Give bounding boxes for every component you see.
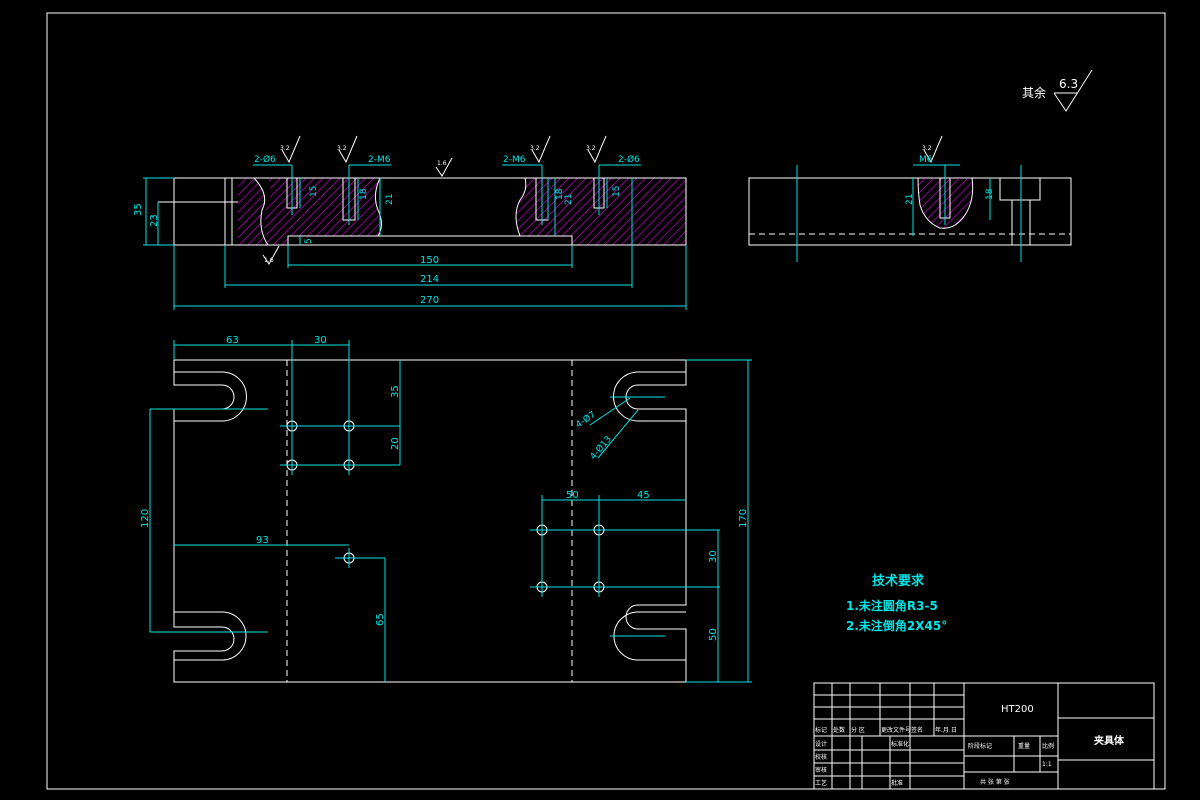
drawing-border <box>46 12 1166 790</box>
svg-text:4-Ø13: 4-Ø13 <box>588 434 614 462</box>
svg-text:65: 65 <box>375 613 386 626</box>
svg-text:4-Ø7: 4-Ø7 <box>574 409 598 430</box>
svg-text:3.2: 3.2 <box>530 145 540 152</box>
svg-text:2.未注倒角2X45°: 2.未注倒角2X45° <box>846 618 947 633</box>
front-view: 2-Ø6 2-M6 2-M6 2-Ø6 3.2 3.2 3.2 3.2 1.6 … <box>133 135 943 310</box>
svg-text:93: 93 <box>256 535 269 546</box>
svg-text:63: 63 <box>226 335 239 346</box>
svg-text:1.未注圆角R3-5: 1.未注圆角R3-5 <box>846 598 938 613</box>
svg-text:6.3: 6.3 <box>1059 77 1078 91</box>
svg-text:2-M6: 2-M6 <box>503 155 526 165</box>
svg-text:214: 214 <box>420 274 439 285</box>
svg-text:3.2: 3.2 <box>280 145 290 152</box>
svg-text:分 区: 分 区 <box>851 726 865 734</box>
svg-text:18: 18 <box>359 188 369 200</box>
svg-text:处数: 处数 <box>833 726 845 734</box>
svg-text:审核: 审核 <box>815 766 827 774</box>
svg-text:50: 50 <box>708 628 719 641</box>
svg-text:21: 21 <box>564 194 574 205</box>
svg-text:3.2: 3.2 <box>922 145 932 152</box>
svg-text:标记: 标记 <box>815 726 827 734</box>
svg-text:校核: 校核 <box>815 753 827 761</box>
svg-text:设计: 设计 <box>815 740 827 748</box>
svg-text:2-Ø6: 2-Ø6 <box>254 154 276 165</box>
svg-text:3.2: 3.2 <box>337 145 347 152</box>
svg-text:50: 50 <box>566 490 579 501</box>
svg-text:M6: M6 <box>919 155 933 165</box>
svg-text:年.月.日: 年.月.日 <box>935 726 957 734</box>
svg-text:170: 170 <box>738 509 749 528</box>
svg-text:比例: 比例 <box>1042 742 1054 750</box>
svg-text:270: 270 <box>420 295 439 306</box>
svg-text:18: 18 <box>555 188 565 200</box>
section-hatch-center-left <box>264 178 382 245</box>
technical-requirements: 技术要求 1.未注圆角R3-5 2.未注倒角2X45° <box>846 573 947 633</box>
svg-text:2-Ø6: 2-Ø6 <box>618 154 640 165</box>
svg-text:技术要求: 技术要求 <box>872 573 925 589</box>
svg-text:1.6: 1.6 <box>264 257 274 264</box>
side-view: M6 3.2 21 18 <box>748 145 1072 262</box>
svg-text:5: 5 <box>304 238 314 244</box>
title-block: 标记 处数 分 区 更改文件号 签名 年.月.日 设计 标准化 校核 审核 工艺… <box>813 682 1155 790</box>
svg-text:20: 20 <box>390 437 401 450</box>
svg-text:批准: 批准 <box>891 779 903 787</box>
top-view: 63 30 35 20 120 93 65 50 45 30 50 170 4-… <box>140 335 752 683</box>
material-label: HT200 <box>1001 704 1034 715</box>
svg-text:30: 30 <box>314 335 327 346</box>
svg-text:35: 35 <box>133 203 144 216</box>
surface-roughness-note: 其余 6.3 <box>1022 69 1093 112</box>
svg-text:15: 15 <box>612 186 622 197</box>
drawing-sheet: 其余 6.3 2-Ø6 2-M6 2-M6 2-Ø6 3.2 3.2 3.2 3… <box>46 12 1166 790</box>
svg-text:35: 35 <box>390 385 401 398</box>
svg-text:18: 18 <box>985 188 995 200</box>
svg-text:120: 120 <box>140 509 151 528</box>
svg-text:1:1: 1:1 <box>1042 761 1052 768</box>
svg-text:标准化: 标准化 <box>891 740 909 748</box>
svg-text:2-M6: 2-M6 <box>368 155 391 165</box>
svg-text:更改文件号: 更改文件号 <box>881 726 911 734</box>
svg-text:150: 150 <box>420 255 439 266</box>
svg-text:工艺: 工艺 <box>815 779 827 787</box>
svg-text:其余: 其余 <box>1022 85 1046 100</box>
svg-text:30: 30 <box>708 550 719 563</box>
svg-text:阶段标记: 阶段标记 <box>968 742 992 750</box>
svg-text:1.6: 1.6 <box>437 160 447 167</box>
part-name: 夹具体 <box>1094 734 1125 747</box>
svg-text:共 张 第 张: 共 张 第 张 <box>980 778 1010 786</box>
svg-text:15: 15 <box>309 186 319 197</box>
svg-text:21: 21 <box>905 194 915 205</box>
svg-text:签名: 签名 <box>911 726 923 734</box>
svg-text:21: 21 <box>385 194 395 205</box>
svg-text:23: 23 <box>149 214 160 227</box>
svg-text:45: 45 <box>637 490 650 501</box>
svg-text:重量: 重量 <box>1018 742 1030 750</box>
svg-text:3.2: 3.2 <box>586 145 596 152</box>
